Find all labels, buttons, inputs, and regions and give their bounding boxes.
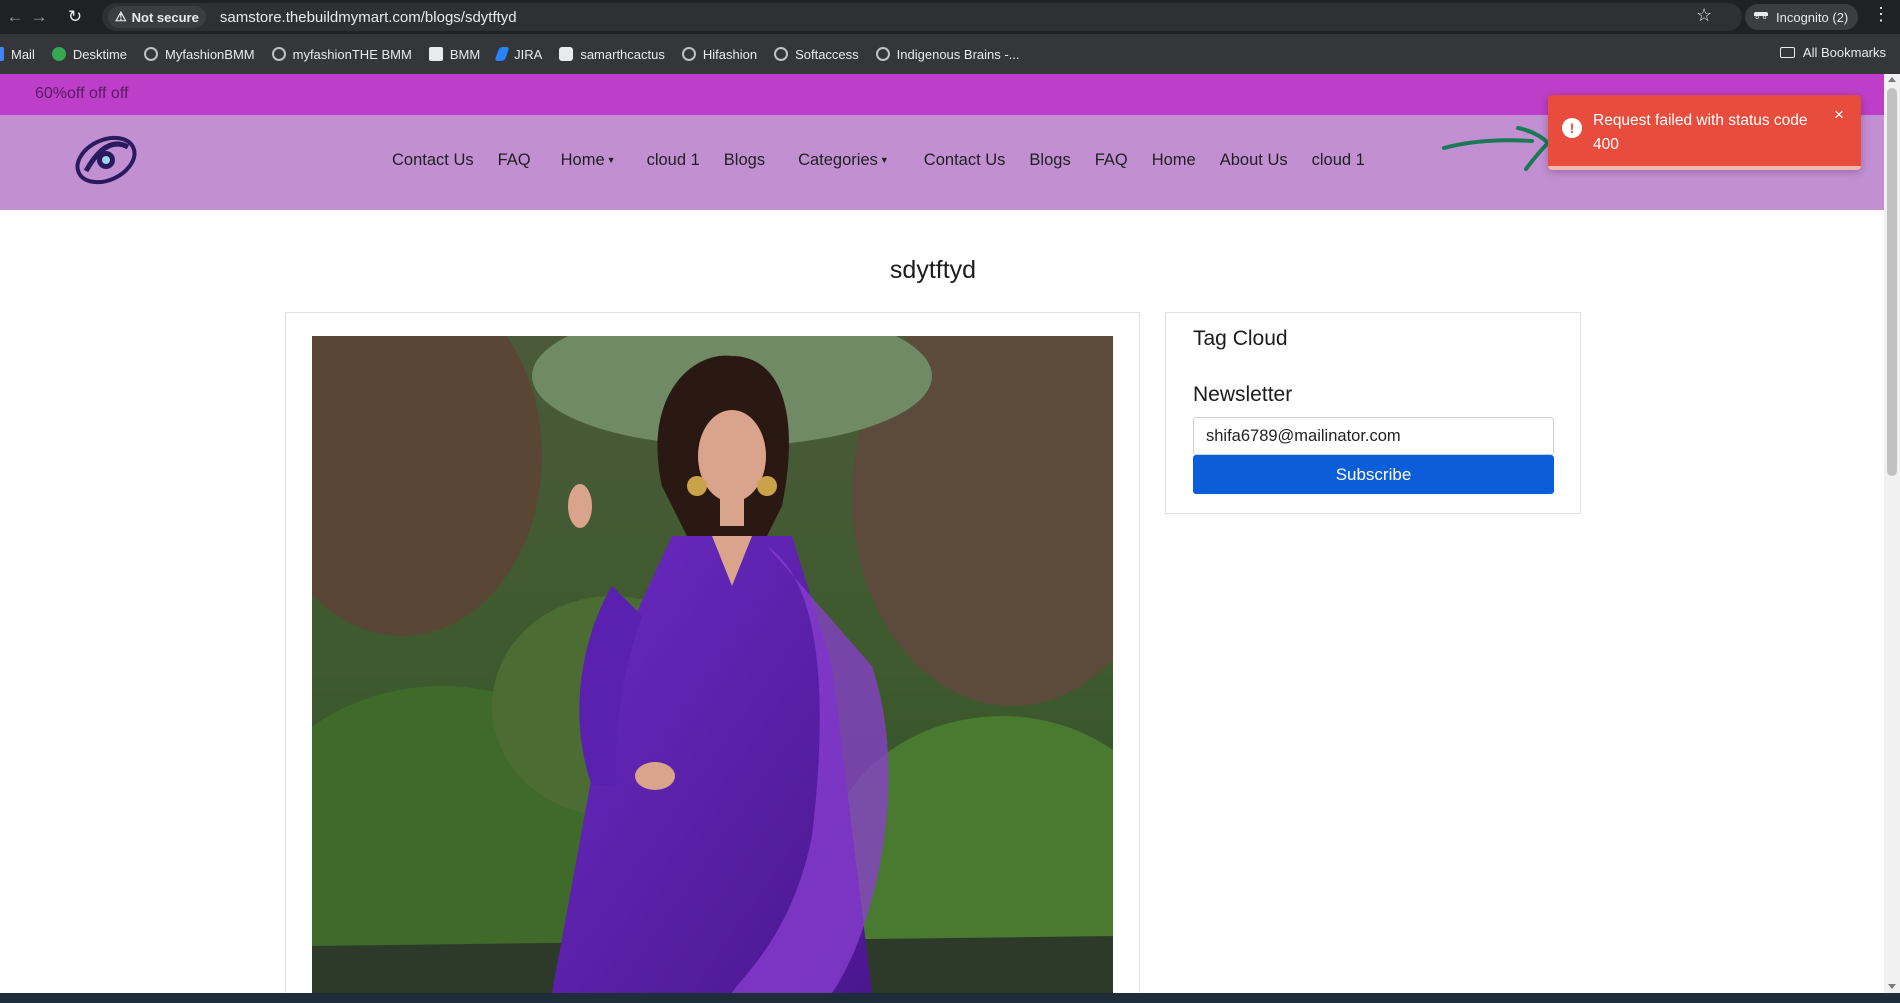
folder-icon	[1779, 47, 1795, 58]
nav-item[interactable]: Home	[1152, 151, 1196, 170]
scroll-down-icon[interactable]	[1888, 984, 1896, 989]
incognito-icon	[1753, 12, 1769, 24]
page-title: sdytftyd	[889, 256, 977, 284]
bookmark-item[interactable]: Indigenous Brains -...	[875, 46, 1020, 62]
blog-post-image	[312, 336, 1113, 993]
nav-item-label: Contact Us	[923, 151, 1006, 169]
nav-item-label: Home	[560, 151, 605, 169]
bookmark-label: Indigenous Brains -...	[896, 46, 1020, 62]
nav-item[interactable]: FAQ	[498, 151, 531, 170]
globe-icon	[875, 47, 890, 61]
bookmark-item[interactable]: Hifashion	[681, 46, 758, 62]
all-bookmarks-label: All Bookmarks	[1802, 45, 1886, 60]
sidebar-widget: Tag Cloud Newsletter Subscribe	[1165, 312, 1581, 514]
jira-icon	[494, 47, 510, 61]
nav-item-label: Contact Us	[392, 151, 474, 169]
newsletter-email-input[interactable]	[1193, 417, 1554, 455]
bookmark-label: Desktime	[72, 46, 128, 62]
bookmark-item[interactable]: Desktime	[51, 46, 128, 62]
nav-item[interactable]: cloud 1	[1312, 151, 1365, 170]
bookmark-item[interactable]: Mail	[0, 47, 35, 62]
nav-item-label: FAQ	[497, 151, 531, 169]
forward-icon[interactable]: →	[24, 7, 54, 27]
bookmark-label: Softaccess	[795, 46, 859, 62]
site-logo[interactable]	[74, 131, 138, 189]
bookmark-item[interactable]: myfashionTHE BMM	[271, 46, 412, 62]
newsletter-heading: Newsletter	[1193, 383, 1293, 406]
bookmark-label: Mail	[11, 46, 35, 62]
toast-close-button[interactable]: ×	[1834, 105, 1844, 125]
post-image	[312, 336, 1113, 993]
nav-item-label: cloud 1	[1311, 151, 1365, 169]
nav-item-label: Home	[1151, 151, 1196, 169]
annotation-arrow-icon	[1442, 126, 1551, 171]
incognito-label: Incognito (2)	[1776, 9, 1849, 25]
nav-item[interactable]: cloud 1	[647, 151, 700, 170]
bookmark-star-icon[interactable]: ☆	[1696, 5, 1712, 26]
caret-down-icon: ▼	[606, 155, 616, 165]
subscribe-button[interactable]: Subscribe	[1193, 455, 1554, 494]
nav-item-label: cloud 1	[646, 151, 700, 169]
error-icon: !	[1562, 118, 1582, 138]
globe-icon	[144, 47, 159, 61]
scroll-thumb[interactable]	[1887, 88, 1897, 476]
nav-item[interactable]: Contact Us	[392, 151, 474, 170]
bookmark-label: BMM	[449, 46, 481, 62]
browser-toolbar: ← → ↻ ⚠ Not secure samstore.thebuildmyma…	[0, 0, 1900, 34]
url-text[interactable]: samstore.thebuildmymart.com/blogs/sdytft…	[220, 9, 517, 26]
page-scrollbar[interactable]	[1884, 74, 1900, 993]
nav-item-label: Categories	[798, 151, 878, 169]
bookmark-label: samarthcactus	[580, 46, 665, 62]
security-chip[interactable]: ⚠ Not secure	[108, 6, 206, 28]
address-bar[interactable]: ⚠ Not secure samstore.thebuildmymart.com…	[102, 3, 1742, 31]
nav-item[interactable]: Home ▼	[561, 151, 616, 170]
error-toast: ! Request failed with status code 400 ×	[1548, 95, 1861, 170]
nav-item[interactable]: Contact Us	[924, 151, 1006, 170]
nav-item-label: Blogs	[723, 151, 766, 169]
globe-icon	[271, 47, 286, 61]
globe-icon	[681, 47, 696, 61]
bookmark-item[interactable]: JIRA	[494, 46, 543, 62]
bookmark-label: Hifashion	[702, 46, 758, 62]
nav-item[interactable]: About Us	[1220, 151, 1288, 170]
browser-menu-icon[interactable]: ⋮	[1872, 4, 1890, 25]
bookmark-item[interactable]: BMM	[428, 46, 481, 62]
desktime-icon	[51, 47, 66, 61]
mail-icon	[0, 47, 4, 61]
caret-down-icon: ▼	[879, 155, 889, 165]
globe-icon	[774, 47, 789, 61]
toast-progress-bar	[1548, 166, 1861, 170]
nav-item[interactable]: Blogs	[1029, 151, 1070, 170]
os-taskbar	[0, 993, 1900, 1003]
main-navigation: Contact Us FAQ Home ▼ cloud 1 Blogs Categories…	[392, 151, 1365, 170]
bookmark-label: JIRA	[514, 46, 543, 62]
nav-item-label: About Us	[1219, 151, 1288, 169]
nav-item[interactable]: FAQ	[1095, 151, 1128, 170]
tag-cloud-heading: Tag Cloud	[1193, 327, 1288, 350]
promo-text: 60%off off off	[35, 85, 129, 102]
bookmark-list: Mail Desktime MyfashionBMM myfashionTHE BMM…	[0, 47, 1037, 62]
security-label: Not secure	[131, 9, 199, 25]
incognito-chip[interactable]: Incognito (2)	[1745, 4, 1859, 30]
nav-item-label: Blogs	[1029, 151, 1071, 169]
warning-icon: ⚠	[115, 9, 127, 24]
bookmark-item[interactable]: Softaccess	[774, 47, 859, 62]
bookmarks-bar: Mail Desktime MyfashionBMM myfashionTHE BMM…	[0, 34, 1900, 74]
nav-item[interactable]: Blogs	[724, 151, 765, 170]
cactus-icon	[559, 47, 574, 61]
toast-message: Request failed with status code 400	[1593, 112, 1808, 153]
bmm-icon	[428, 47, 443, 61]
scroll-up-icon[interactable]	[1888, 77, 1896, 82]
page-viewport: 60%off off off Contact Us FAQ Home ▼ cloud 1…	[0, 74, 1884, 993]
nav-item[interactable]: Categories ▼	[798, 151, 889, 170]
bookmark-label: MyfashionBMM	[165, 46, 255, 62]
bookmark-item[interactable]: MyfashionBMM	[144, 47, 255, 62]
reload-icon[interactable]: ↻	[60, 7, 90, 27]
bookmark-item[interactable]: samarthcactus	[559, 47, 665, 62]
nav-item-label: FAQ	[1094, 151, 1128, 169]
bookmark-label: myfashionTHE BMM	[292, 46, 412, 62]
all-bookmarks-button[interactable]: All Bookmarks	[1779, 45, 1886, 60]
